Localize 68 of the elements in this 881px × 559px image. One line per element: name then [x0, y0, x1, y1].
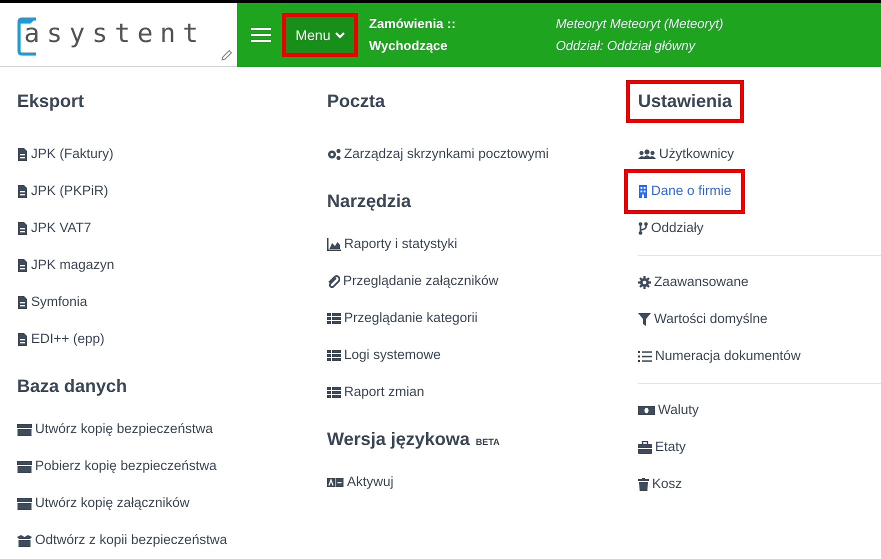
document-icon [17, 259, 28, 272]
branch-icon [638, 222, 648, 235]
menu-link[interactable]: Symfonia [17, 292, 88, 313]
menu-link[interactable]: Odtwórz z kopii bezpieczeństwa [17, 530, 228, 551]
menu-link[interactable]: Utwórz kopię załączników [17, 493, 190, 514]
table-icon [327, 349, 341, 362]
menu-link[interactable]: Użytkownicy [638, 144, 734, 165]
section-heading: Wersja językowa [327, 428, 470, 451]
document-icon [17, 148, 28, 161]
language-icon [327, 476, 344, 489]
table-icon [327, 386, 341, 399]
menu-link[interactable]: Przeglądanie załączników [327, 271, 498, 292]
pencil-icon[interactable] [220, 49, 233, 62]
section-heading: Baza danych [17, 375, 128, 398]
menu-link[interactable]: Raport zmian [327, 382, 424, 403]
chevron-icon [334, 31, 345, 39]
menu-link[interactable]: Wartości domyślne [638, 309, 768, 330]
area-chart-icon [327, 238, 341, 251]
menu-link[interactable]: Zarządzaj skrzynkami pocztowymi [327, 144, 549, 165]
users-icon [638, 148, 656, 161]
menu-link[interactable]: Waluty [638, 400, 699, 421]
menu-link[interactable]: EDI++ (epp) [17, 329, 105, 350]
briefcase-icon [638, 441, 652, 454]
table-icon [327, 312, 341, 325]
building-icon [638, 185, 648, 198]
beta-label: BETA [476, 436, 500, 449]
paperclip-icon [327, 275, 340, 288]
open-box-icon [17, 534, 32, 547]
section-heading: Poczta [327, 90, 386, 113]
document-icon [17, 296, 28, 309]
menu-link[interactable]: Etaty [638, 437, 686, 458]
section-heading: Eksport [17, 90, 84, 113]
menu-link[interactable]: Utwórz kopię bezpieczeństwa [17, 419, 213, 440]
menu-link[interactable]: Aktywuj [327, 472, 394, 493]
menu-link[interactable]: JPK (PKPiR) [17, 181, 108, 202]
menu-link[interactable]: JPK (Faktury) [17, 144, 114, 165]
logo: asystent [16, 12, 206, 56]
numbered-list-icon [638, 350, 652, 363]
menu-link[interactable]: Logi systemowe [327, 345, 441, 366]
breadcrumb-text: Zamówienia :: [369, 15, 456, 33]
breadcrumb-text: Wychodzące [369, 37, 449, 55]
menu-icon[interactable] [251, 27, 271, 43]
branch-name: Oddział: Oddział główny [556, 37, 697, 55]
filter-icon [638, 313, 651, 326]
section-heading: Ustawienia [626, 80, 744, 123]
menu-link[interactable]: Dane o firmie [624, 169, 746, 214]
trash-icon [638, 478, 649, 491]
box-icon [17, 460, 32, 473]
section-heading: Narzędzia [327, 190, 412, 213]
menu-link[interactable]: Pobierz kopię bezpieczeństwa [17, 456, 217, 477]
document-icon [17, 333, 28, 346]
menu-link[interactable]: JPK magazyn [17, 255, 114, 276]
box-icon [17, 423, 32, 436]
gears-icon [327, 148, 341, 161]
menu-link[interactable]: Przeglądanie kategorii [327, 308, 478, 329]
menu-link[interactable]: Kosz [638, 474, 682, 495]
menu-button[interactable]: Menu [282, 13, 358, 57]
menu-link[interactable]: Raporty i statystyki [327, 234, 458, 255]
menu-link[interactable]: Oddziały [638, 218, 704, 239]
document-icon [17, 222, 28, 235]
banknote-icon [638, 404, 655, 417]
menu-link[interactable]: JPK VAT7 [17, 218, 92, 239]
user-name: Meteoryt Meteoryt (Meteoryt) [556, 15, 724, 33]
settings-icon [638, 276, 651, 289]
document-icon [17, 185, 28, 198]
box-icon [17, 497, 32, 510]
menu-link[interactable]: Numeracja dokumentów [638, 346, 801, 367]
menu-link[interactable]: Zaawansowane [638, 272, 749, 293]
